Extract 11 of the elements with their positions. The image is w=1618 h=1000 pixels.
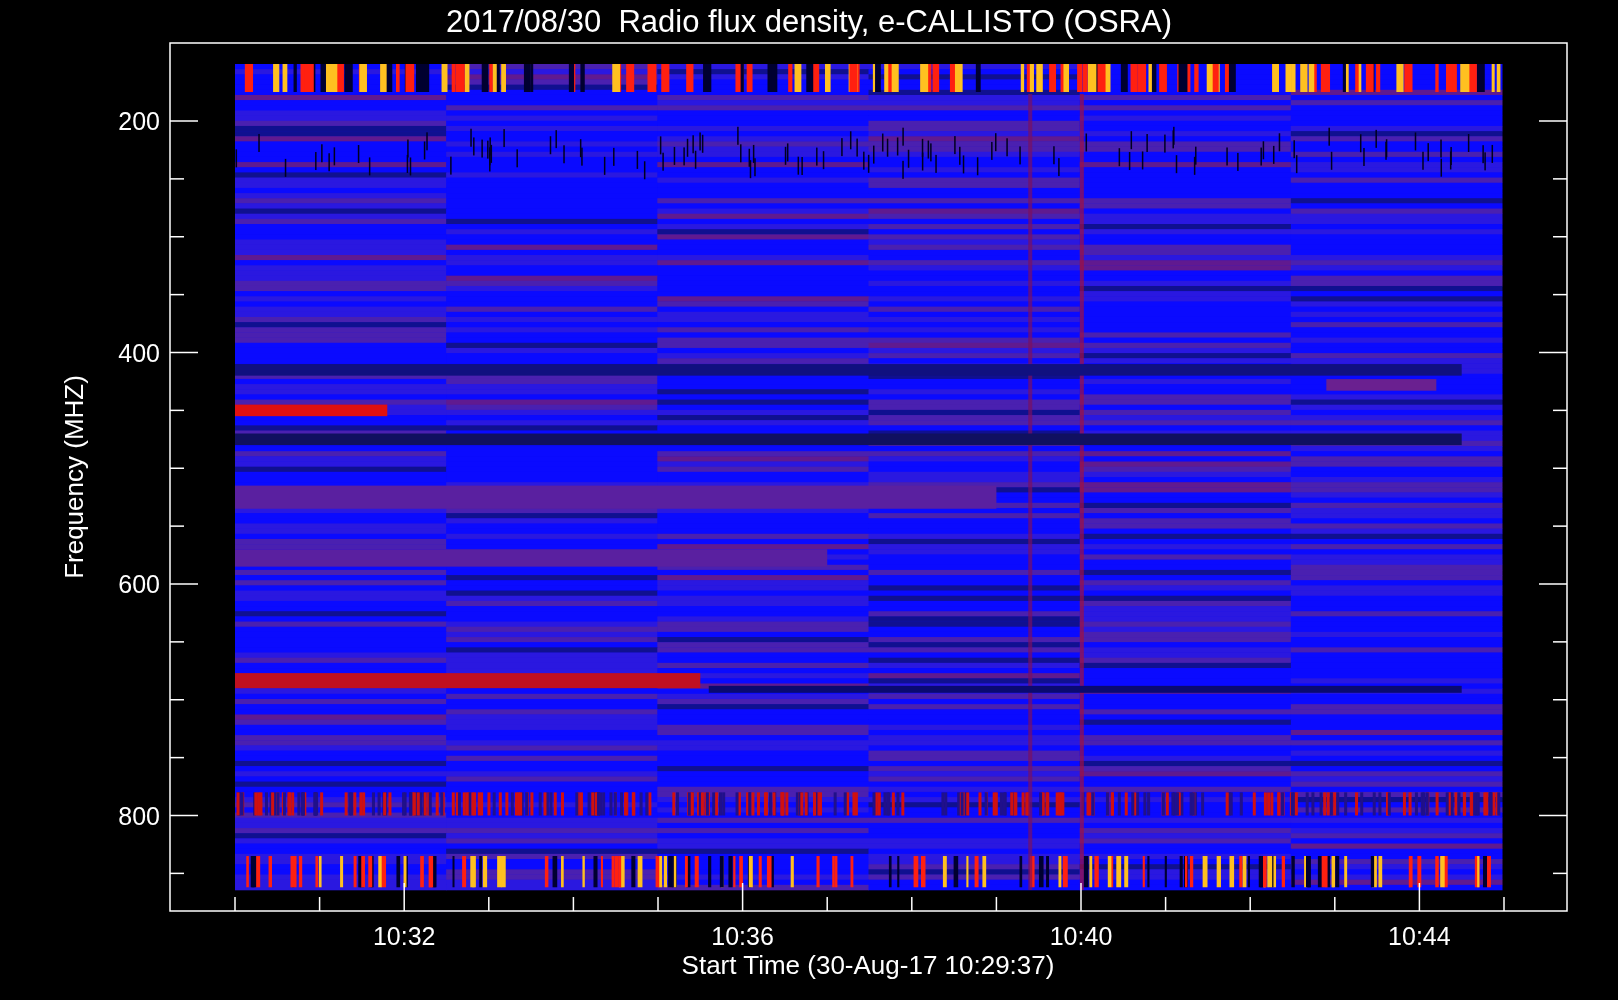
axis-tick-label: 200: [118, 107, 160, 135]
axis-tick-label: 400: [118, 338, 160, 367]
axis-tick-label: 10:32: [372, 922, 436, 950]
axis-tick-label: 10:44: [1388, 922, 1451, 950]
axis-title: Frequency (MHZ): [59, 375, 89, 579]
axis-tick-label: 800: [118, 801, 160, 830]
axis-tick-label: 10:36: [711, 922, 774, 950]
chart-title: 2017/08/30 Radio flux density, e-CALLISTO (OSRA): [446, 4, 1172, 39]
axis-title: Start Time (30-Aug-17 10:29:37): [681, 950, 1055, 980]
axis-tick-label: 600: [118, 570, 160, 598]
axis-tick-label: 10:40: [1049, 922, 1113, 950]
